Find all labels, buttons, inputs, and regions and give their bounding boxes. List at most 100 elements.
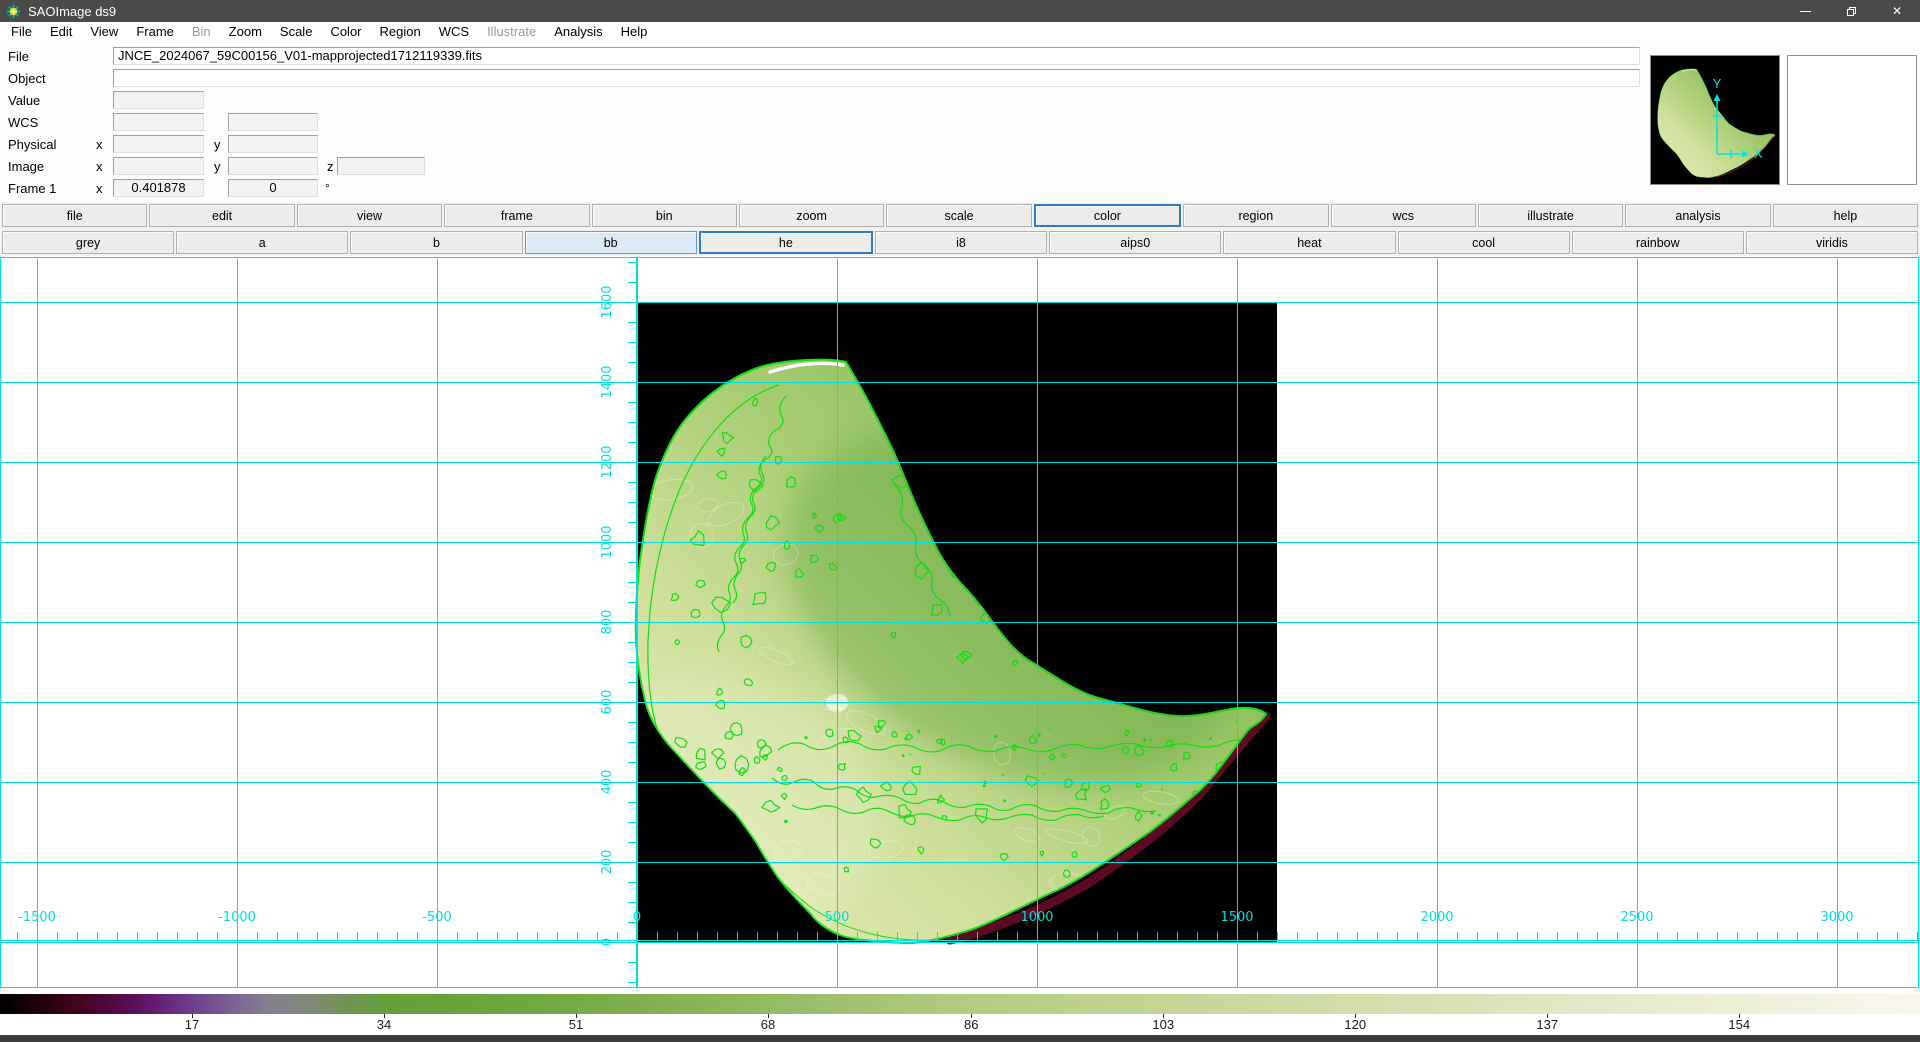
physical-y-field[interactable] (228, 135, 318, 153)
x-axis-label: 0 (633, 910, 641, 925)
x-axis-label: 2000 (1420, 910, 1453, 925)
colorbar-area: 17 34 51 68 86 103 120 137 154 (0, 991, 1920, 1035)
image-z-field[interactable] (337, 157, 425, 175)
colorbar-tick-label: 103 (1152, 1017, 1174, 1032)
colorbar-tick-label: 51 (569, 1017, 583, 1032)
physical-row-label: Physical (8, 137, 92, 152)
minimize-button[interactable] (1782, 0, 1828, 22)
frame-x-label: x (96, 181, 103, 196)
menu-help[interactable]: Help (612, 24, 657, 39)
degree-unit-label: ° (325, 181, 330, 195)
menu-scale[interactable]: Scale (271, 24, 322, 39)
physical-x-field[interactable] (113, 135, 204, 153)
x-axis-label: 1000 (1020, 910, 1053, 925)
colormap-button-viridis[interactable]: viridis (1746, 231, 1918, 254)
frame-rotation-field[interactable]: 0 (228, 179, 318, 197)
menu-bin: Bin (183, 24, 220, 39)
image-viewer[interactable]: -1500-1000-50005001000150020002500300002… (0, 256, 1920, 991)
taskbar-strip[interactable] (0, 1035, 1920, 1042)
colormap-button-rainbow[interactable]: rainbow (1572, 231, 1744, 254)
toolbar-button-zoom[interactable]: zoom (739, 204, 884, 227)
toolbar-button-color[interactable]: color (1034, 204, 1181, 227)
y-axis-label: 400 (600, 770, 615, 795)
value-field[interactable] (113, 91, 204, 109)
window-titlebar: SAOImage ds9 ✕ (0, 0, 1920, 22)
menu-wcs[interactable]: WCS (430, 24, 478, 39)
colormap-button-bb[interactable]: bb (525, 231, 697, 254)
colormap-button-cool[interactable]: cool (1398, 231, 1570, 254)
colorbar-tick-label: 17 (185, 1017, 199, 1032)
y-axis-label: 1000 (600, 525, 615, 558)
toolbar-button-scale[interactable]: scale (886, 204, 1031, 227)
x-axis-label: 500 (825, 910, 850, 925)
file-field[interactable]: JNCE_2024067_59C00156_V01-mapprojected17… (113, 47, 1640, 65)
colorbar-tick-label: 137 (1536, 1017, 1558, 1032)
colormap-button-i8[interactable]: i8 (875, 231, 1047, 254)
menu-edit[interactable]: Edit (41, 24, 81, 39)
y-axis-label: 600 (600, 690, 615, 715)
colorbar-tick-label: 68 (761, 1017, 775, 1032)
y-axis-label: 1600 (600, 285, 615, 318)
x-axis-label: -500 (422, 910, 452, 925)
compass-y-label: Y (1713, 76, 1722, 91)
toolbar-button-bin[interactable]: bin (592, 204, 737, 227)
close-button[interactable]: ✕ (1874, 0, 1920, 22)
physical-y-label: y (214, 137, 221, 152)
y-axis-label: 1200 (600, 445, 615, 478)
info-panel: File JNCE_2024067_59C00156_V01-mapprojec… (0, 40, 1920, 202)
value-row-label: Value (8, 93, 92, 108)
magnifier[interactable] (1787, 55, 1917, 185)
wcs-row-label: WCS (8, 115, 92, 130)
menubar: FileEditViewFrameBinZoomScaleColorRegion… (0, 22, 1920, 40)
colorbar-gradient[interactable] (0, 994, 1920, 1014)
colormap-button-grey[interactable]: grey (2, 231, 174, 254)
toolbar-button-wcs[interactable]: wcs (1331, 204, 1476, 227)
toolbar-button-help[interactable]: help (1773, 204, 1918, 227)
colorbar-tick-label: 154 (1728, 1017, 1750, 1032)
object-field[interactable] (113, 69, 1640, 87)
menu-frame[interactable]: Frame (127, 24, 183, 39)
image-y-field[interactable] (228, 157, 318, 175)
colormap-button-heat[interactable]: heat (1223, 231, 1395, 254)
toolbar-buttonbar: fileeditviewframebinzoomscalecolorregion… (0, 202, 1920, 229)
toolbar-button-region[interactable]: region (1183, 204, 1328, 227)
panner[interactable]: Y X (1650, 55, 1780, 185)
y-axis-label: 0 (600, 938, 615, 946)
image-x-field[interactable] (113, 157, 204, 175)
menu-view[interactable]: View (81, 24, 127, 39)
close-icon: ✕ (1892, 5, 1902, 17)
x-axis-label: 1500 (1220, 910, 1253, 925)
menu-region[interactable]: Region (371, 24, 430, 39)
colormap-buttonbar: greyabbbhei8aips0heatcoolrainbowviridis (0, 229, 1920, 256)
menu-analysis[interactable]: Analysis (545, 24, 611, 39)
panner-compass: Y X (1651, 56, 1780, 185)
y-axis-label: 1400 (600, 365, 615, 398)
y-axis-label: 800 (600, 610, 615, 635)
wcs-field-1[interactable] (113, 113, 204, 131)
frame-zoom-field[interactable]: 0.401878 (113, 179, 204, 197)
viewer-canvas: -1500-1000-50005001000150020002500300002… (0, 256, 1920, 991)
frame-row-label: Frame 1 (8, 181, 92, 196)
colormap-button-b[interactable]: b (350, 231, 522, 254)
colorbar-tick-label: 120 (1344, 1017, 1366, 1032)
physical-x-label: x (96, 137, 103, 152)
toolbar-button-analysis[interactable]: analysis (1625, 204, 1770, 227)
toolbar-button-view[interactable]: view (297, 204, 442, 227)
menu-color[interactable]: Color (321, 24, 370, 39)
wcs-field-2[interactable] (228, 113, 318, 131)
toolbar-button-edit[interactable]: edit (149, 204, 294, 227)
restore-button[interactable] (1828, 0, 1874, 22)
colormap-button-aips0[interactable]: aips0 (1049, 231, 1221, 254)
colormap-button-he[interactable]: he (699, 231, 873, 254)
toolbar-button-illustrate[interactable]: illustrate (1478, 204, 1623, 227)
menu-zoom[interactable]: Zoom (220, 24, 271, 39)
menu-illustrate: Illustrate (478, 24, 545, 39)
toolbar-button-frame[interactable]: frame (444, 204, 589, 227)
toolbar-button-file[interactable]: file (2, 204, 147, 227)
menu-file[interactable]: File (2, 24, 41, 39)
colorbar-tick-label: 86 (964, 1017, 978, 1032)
restore-icon (1847, 7, 1856, 16)
colorbar-tick-label: 34 (377, 1017, 391, 1032)
colormap-button-a[interactable]: a (176, 231, 348, 254)
ds9-app-icon (6, 4, 21, 19)
